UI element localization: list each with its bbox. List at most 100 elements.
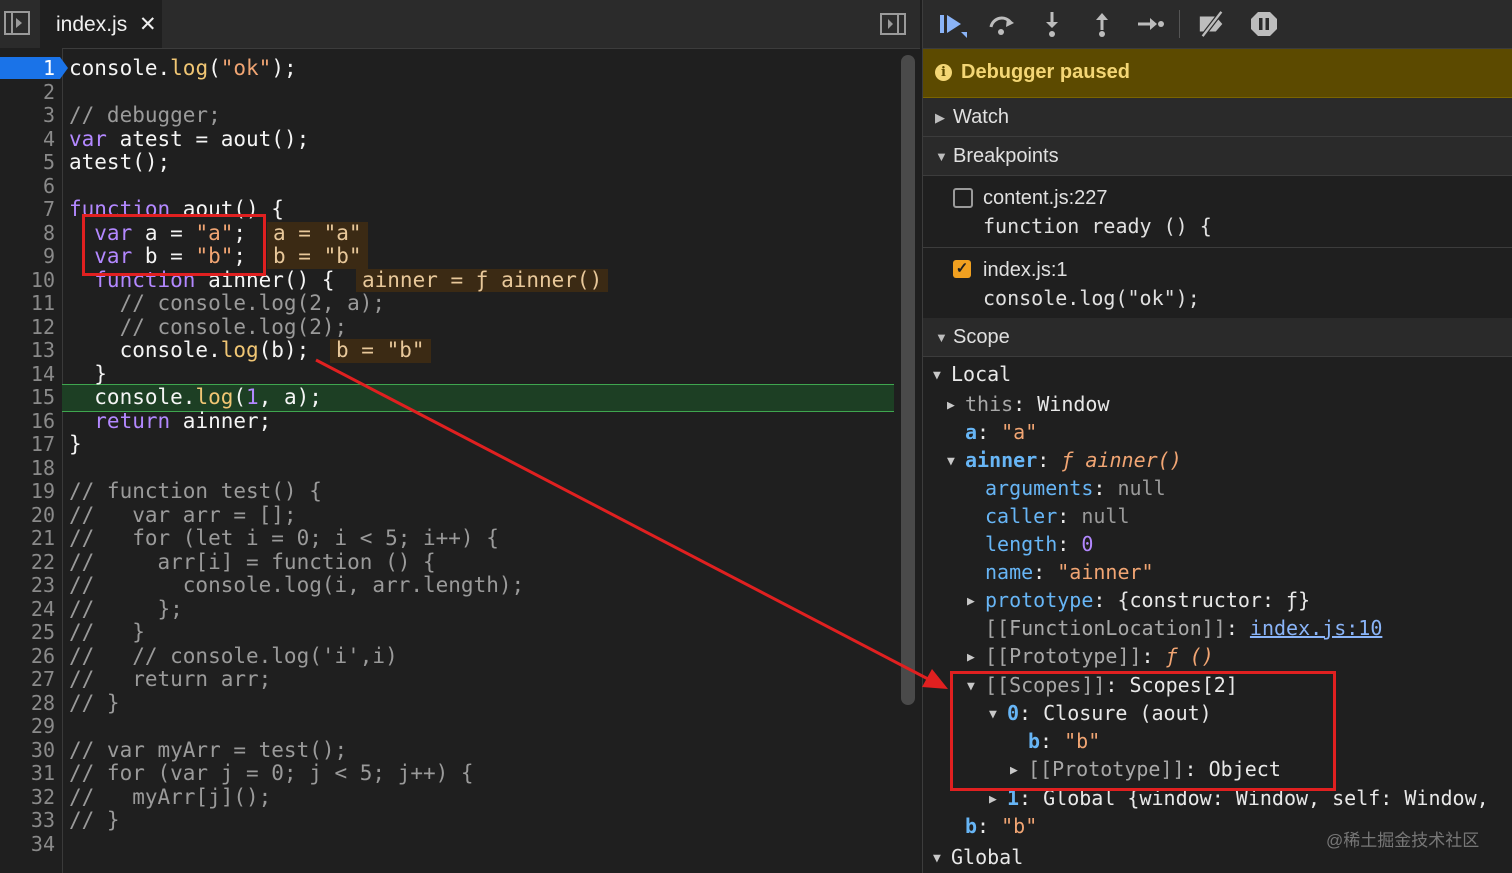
line-number[interactable]: 6 bbox=[0, 174, 55, 199]
step-out-icon[interactable] bbox=[1087, 10, 1117, 38]
tab-index-js[interactable]: index.js ✕ bbox=[40, 0, 162, 48]
expanded-arrow-icon: ▼ bbox=[935, 149, 948, 164]
breakpoint-code: function ready () { bbox=[983, 214, 1212, 238]
line-number[interactable]: 7 bbox=[0, 197, 55, 222]
scope-internal-prototype[interactable]: ▶ [[Prototype]]: ƒ () bbox=[967, 642, 1214, 672]
editor-scrollbar[interactable] bbox=[901, 55, 915, 705]
line-number[interactable]: 18 bbox=[0, 456, 55, 481]
line-number[interactable]: 21 bbox=[0, 526, 55, 551]
line-number[interactable]: 30 bbox=[0, 738, 55, 763]
line-number[interactable]: 17 bbox=[0, 432, 55, 457]
line-number[interactable]: 2 bbox=[0, 80, 55, 105]
code-line: return ainner; bbox=[69, 408, 272, 433]
breakpoint-checkbox-checked[interactable]: ✓ bbox=[953, 260, 971, 278]
expanded-arrow-icon: ▼ bbox=[947, 454, 955, 469]
line-number[interactable]: 19 bbox=[0, 479, 55, 504]
step-over-icon[interactable] bbox=[987, 10, 1017, 38]
expanded-arrow-icon: ▼ bbox=[933, 851, 941, 866]
line-number[interactable]: 23 bbox=[0, 573, 55, 598]
scope-prop-length: length: 0 bbox=[985, 532, 1094, 556]
watch-title: Watch bbox=[953, 106, 1009, 128]
line-number[interactable]: 9 bbox=[0, 244, 55, 269]
inline-value: b = "b" bbox=[330, 338, 431, 363]
function-location-link[interactable]: index.js:10 bbox=[1250, 616, 1382, 640]
pause-on-exceptions-icon[interactable] bbox=[1249, 10, 1279, 38]
line-number-gutter[interactable]: 1 2 3 4 5 6 7 8 9 10 11 12 13 14 15 16 17 18 19 20 21 22 23 24 2… bbox=[0, 48, 63, 873]
scope-section-header[interactable]: ▼ Scope bbox=[923, 318, 1512, 357]
line-number[interactable]: 27 bbox=[0, 667, 55, 692]
line-number[interactable]: 24 bbox=[0, 597, 55, 622]
line-number[interactable]: 33 bbox=[0, 808, 55, 833]
deactivate-breakpoints-icon[interactable] bbox=[1197, 10, 1227, 38]
collapsed-arrow-icon: ▶ bbox=[947, 398, 955, 413]
line-number[interactable]: 34 bbox=[0, 832, 55, 857]
code-line: // console.log(2); bbox=[69, 314, 348, 339]
step-icon[interactable] bbox=[1135, 10, 1165, 38]
scope-this[interactable]: ▶ this: Window bbox=[947, 390, 1110, 420]
line-number[interactable]: 15 bbox=[0, 385, 55, 410]
line-number[interactable]: 11 bbox=[0, 291, 55, 316]
breakpoints-section-header[interactable]: ▼ Breakpoints bbox=[923, 137, 1512, 176]
breakpoint-item[interactable]: content.js:227 function ready () { bbox=[923, 176, 1512, 248]
scope-var-b: b: "b" bbox=[965, 814, 1038, 838]
line-number[interactable]: 12 bbox=[0, 315, 55, 340]
line-number[interactable]: 31 bbox=[0, 761, 55, 786]
close-tab-icon[interactable]: ✕ bbox=[139, 12, 157, 37]
scope-function-location: [[FunctionLocation]]: index.js:10 bbox=[985, 616, 1383, 640]
code-line: // var myArr = test(); bbox=[69, 737, 348, 762]
toolbar-divider bbox=[1179, 10, 1180, 38]
breakpoint-checkbox[interactable] bbox=[953, 188, 973, 208]
breakpoint-location: content.js:227 bbox=[983, 187, 1108, 209]
line-number[interactable]: 32 bbox=[0, 785, 55, 810]
inline-value: a = "a" bbox=[267, 221, 368, 245]
line-number[interactable]: 10 bbox=[0, 268, 55, 293]
scope-var-ainner[interactable]: ▼ ainner: ƒ ainner() bbox=[947, 446, 1182, 476]
scope-prop-prototype[interactable]: ▶ prototype: {constructor: ƒ} bbox=[967, 586, 1310, 616]
code-line: atest(); bbox=[69, 150, 171, 174]
code-line: var atest = aout(); bbox=[69, 126, 310, 151]
line-number[interactable]: 26 bbox=[0, 644, 55, 669]
breakpoint-item[interactable]: ✓ index.js:1 console.log("ok"); bbox=[923, 248, 1512, 319]
debugger-toolbar bbox=[923, 0, 1512, 49]
code-line: // } bbox=[69, 620, 145, 644]
scope-var-a: a: "a" bbox=[965, 420, 1038, 444]
code-area[interactable]: console.log("ok"); // debugger; var atest … bbox=[62, 48, 894, 873]
scope-prop-caller: caller: null bbox=[985, 504, 1130, 528]
code-line: // return arr; bbox=[69, 667, 272, 691]
line-number[interactable]: 8 bbox=[0, 221, 55, 246]
line-number[interactable]: 5 bbox=[0, 150, 55, 175]
line-number[interactable]: 13 bbox=[0, 338, 55, 363]
expanded-arrow-icon: ▼ bbox=[935, 330, 948, 345]
toggle-navigator-icon[interactable] bbox=[4, 11, 30, 35]
scope-local[interactable]: ▼ Local bbox=[933, 360, 1011, 390]
scope-prop-arguments: arguments: null bbox=[985, 476, 1166, 500]
editor-tab-bar: index.js ✕ bbox=[0, 0, 920, 49]
line-number[interactable]: 14 bbox=[0, 362, 55, 387]
line-number[interactable]: 20 bbox=[0, 503, 55, 528]
code-line: // arr[i] = function () { bbox=[69, 549, 436, 574]
line-number[interactable]: 29 bbox=[0, 714, 55, 739]
watermark: @稀土掘金技术社区 bbox=[1326, 831, 1480, 850]
step-into-icon[interactable] bbox=[1037, 10, 1067, 38]
inline-value: ainner = ƒ ainner() bbox=[356, 268, 609, 292]
line-number[interactable]: 28 bbox=[0, 691, 55, 716]
annotation-box-var-declarations bbox=[82, 214, 266, 276]
scope-global[interactable]: ▼ Global bbox=[933, 843, 1023, 873]
breakpoint-code: console.log("ok"); bbox=[983, 286, 1200, 310]
toggle-debugger-icon[interactable] bbox=[880, 13, 906, 35]
code-line: console.log(1, a); bbox=[69, 385, 322, 409]
line-number[interactable]: 4 bbox=[0, 127, 55, 152]
line-number[interactable]: 3 bbox=[0, 103, 55, 128]
breakpoints-title: Breakpoints bbox=[953, 145, 1059, 167]
line-number[interactable]: 16 bbox=[0, 409, 55, 434]
watch-section-header[interactable]: ▶ Watch bbox=[923, 98, 1512, 137]
scope-title: Scope bbox=[953, 326, 1010, 348]
line-number[interactable]: 1 bbox=[0, 56, 55, 81]
paused-message: Debugger paused bbox=[961, 61, 1130, 83]
code-line: // } bbox=[69, 690, 120, 715]
resume-icon[interactable] bbox=[937, 10, 967, 38]
code-line: // // console.log('i',i) bbox=[69, 643, 398, 668]
line-number[interactable]: 25 bbox=[0, 620, 55, 645]
inline-value: b = "b" bbox=[267, 244, 368, 269]
line-number[interactable]: 22 bbox=[0, 550, 55, 575]
